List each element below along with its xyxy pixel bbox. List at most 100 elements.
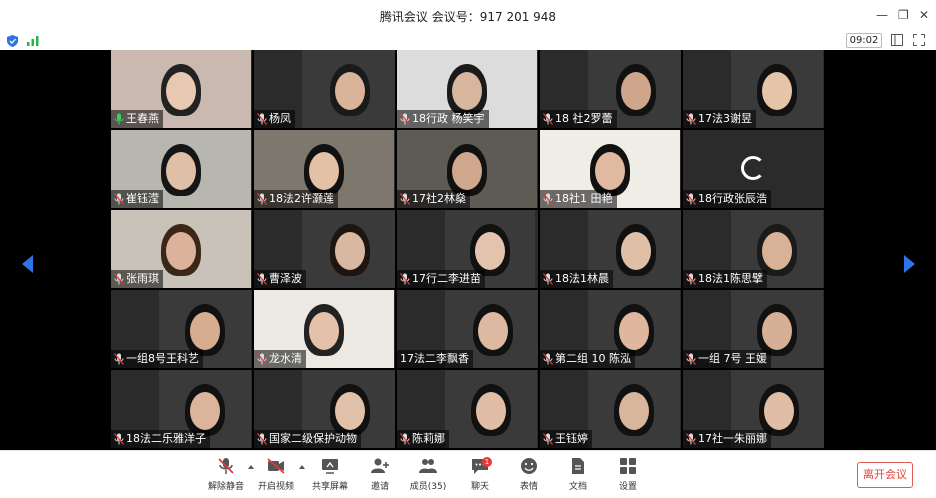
participant-name: 17法3谢昱 — [698, 112, 752, 125]
participant-tile[interactable]: 17社一朱丽娜 — [683, 370, 824, 448]
participant-name: 一组 7号 王媛 — [698, 352, 767, 365]
participant-name-label: 18社1 田艳 — [540, 190, 617, 208]
documents-button[interactable]: 文档 — [556, 456, 600, 496]
add-person-icon — [371, 458, 389, 473]
participant-name-label: 一组 7号 王媛 — [683, 350, 771, 368]
unmute-button[interactable]: 解除静音 — [204, 456, 248, 496]
participant-name: 张雨琪 — [126, 272, 159, 285]
participant-name: 曹泽波 — [269, 272, 302, 285]
participant-name-label: 18行政张辰浩 — [683, 190, 771, 208]
mic-muted-icon — [686, 273, 696, 285]
participant-tile[interactable]: 国家二级保护动物 — [254, 370, 395, 448]
mic-muted-icon — [257, 273, 267, 285]
status-bar — [0, 32, 936, 50]
mic-muted-icon — [686, 353, 696, 365]
participant-tile[interactable]: 陈莉娜 — [397, 370, 538, 448]
participant-name: 王春燕 — [126, 112, 159, 125]
participant-tile[interactable]: 王钰婷 — [540, 370, 681, 448]
participant-name: 王钰婷 — [555, 432, 588, 445]
next-page-arrow-icon[interactable] — [904, 255, 915, 273]
share-screen-button[interactable]: 共享屏幕 — [308, 456, 352, 496]
participant-tile[interactable]: 18行政张辰浩 — [683, 130, 824, 208]
camera-off-icon — [267, 458, 285, 474]
participant-tile[interactable]: 崔钰滢 — [111, 130, 252, 208]
participant-name: 杨凤 — [269, 112, 291, 125]
close-icon[interactable]: ✕ — [919, 8, 929, 22]
participant-name: 一组8号王科艺 — [126, 352, 199, 365]
participant-tile[interactable]: 18社1 田艳 — [540, 130, 681, 208]
signal-icon[interactable] — [27, 36, 39, 46]
participant-tile[interactable]: 17法二李飘香 — [397, 290, 538, 368]
participant-tile[interactable]: 18法2许灏莲 — [254, 130, 395, 208]
participant-name: 17法二李飘香 — [400, 352, 469, 365]
emoji-button[interactable]: 表情 — [507, 456, 551, 496]
video-options-caret-icon[interactable] — [299, 465, 305, 469]
chat-button[interactable]: 聊天 — [458, 456, 502, 496]
participant-tile[interactable]: 张雨琪 — [111, 210, 252, 288]
mic-on-icon — [114, 113, 124, 125]
participant-tile[interactable]: 王春燕 — [111, 50, 252, 128]
participant-name-label: 杨凤 — [254, 110, 295, 128]
mic-muted-icon — [257, 433, 267, 445]
mic-muted-icon — [257, 353, 267, 365]
mic-off-icon — [218, 458, 234, 474]
participant-tile[interactable]: 杨凤 — [254, 50, 395, 128]
participant-grid: 王春燕 杨凤 18行政 杨笑宇 18 社2罗蕾 17法3谢昱 崔钰滢 18法2许… — [111, 50, 827, 450]
restore-icon[interactable]: ❐ — [898, 8, 909, 22]
participant-name: 18法2许灏莲 — [269, 192, 334, 205]
participant-tile[interactable]: 18法1陈思擘 — [683, 210, 824, 288]
participant-tile[interactable]: 龙水清 — [254, 290, 395, 368]
invite-button[interactable]: 邀请 — [358, 456, 402, 496]
participant-video — [302, 50, 395, 128]
participant-name-label: 曹泽波 — [254, 270, 306, 288]
participant-tile[interactable]: 17社2林燊 — [397, 130, 538, 208]
fullscreen-icon[interactable] — [913, 34, 925, 46]
mic-muted-icon — [686, 433, 696, 445]
participant-tile[interactable]: 一组8号王科艺 — [111, 290, 252, 368]
mic-muted-icon — [686, 113, 696, 125]
document-icon — [572, 458, 584, 474]
participant-name-label: 17行二李进苗 — [397, 270, 485, 288]
prev-page-arrow-icon[interactable] — [22, 255, 33, 273]
participant-name: 18行政张辰浩 — [698, 192, 767, 205]
participant-tile[interactable]: 第二组 10 陈泓 — [540, 290, 681, 368]
chat-unread-badge: 1 — [482, 457, 492, 467]
participant-name-label: 王钰婷 — [540, 430, 592, 448]
participant-video — [445, 370, 537, 448]
participant-name: 18法二乐雅洋子 — [126, 432, 206, 445]
meeting-timer: 09:02 — [846, 33, 882, 48]
minimize-icon[interactable]: — — [876, 8, 888, 22]
participant-tile[interactable]: 一组 7号 王媛 — [683, 290, 824, 368]
participant-name: 龙水清 — [269, 352, 302, 365]
mic-muted-icon — [543, 433, 553, 445]
participant-name-label: 国家二级保护动物 — [254, 430, 361, 448]
participant-tile[interactable]: 17行二李进苗 — [397, 210, 538, 288]
participant-tile[interactable]: 18法二乐雅洋子 — [111, 370, 252, 448]
start-video-button[interactable]: 开启视频 — [254, 456, 298, 496]
participant-name: 崔钰滢 — [126, 192, 159, 205]
mic-muted-icon — [543, 193, 553, 205]
settings-grid-icon — [620, 458, 636, 474]
settings-button[interactable]: 设置 — [606, 456, 650, 496]
members-icon — [419, 459, 437, 473]
shield-icon[interactable] — [7, 35, 18, 47]
participant-name-label: 18法1林晨 — [540, 270, 613, 288]
participant-tile[interactable]: 18行政 杨笑宇 — [397, 50, 538, 128]
mic-muted-icon — [543, 113, 553, 125]
participant-tile[interactable]: 曹泽波 — [254, 210, 395, 288]
participant-tile[interactable]: 18 社2罗蕾 — [540, 50, 681, 128]
participant-tile[interactable]: 17法3谢昱 — [683, 50, 824, 128]
window-title: 腾讯会议 会议号：917 201 948 — [379, 9, 557, 24]
participant-name-label: 一组8号王科艺 — [111, 350, 203, 368]
mic-muted-icon — [114, 193, 124, 205]
members-button[interactable]: 成员(35) — [406, 456, 450, 496]
participant-name: 18法1林晨 — [555, 272, 609, 285]
mic-muted-icon — [257, 113, 267, 125]
participant-name-label: 17法3谢昱 — [683, 110, 756, 128]
share-screen-icon — [322, 459, 338, 474]
participant-name-label: 王春燕 — [111, 110, 163, 128]
layout-icon[interactable] — [891, 34, 903, 46]
smile-icon — [521, 458, 537, 474]
participant-tile[interactable]: 18法1林晨 — [540, 210, 681, 288]
leave-meeting-button[interactable]: 离开会议 — [857, 462, 913, 488]
